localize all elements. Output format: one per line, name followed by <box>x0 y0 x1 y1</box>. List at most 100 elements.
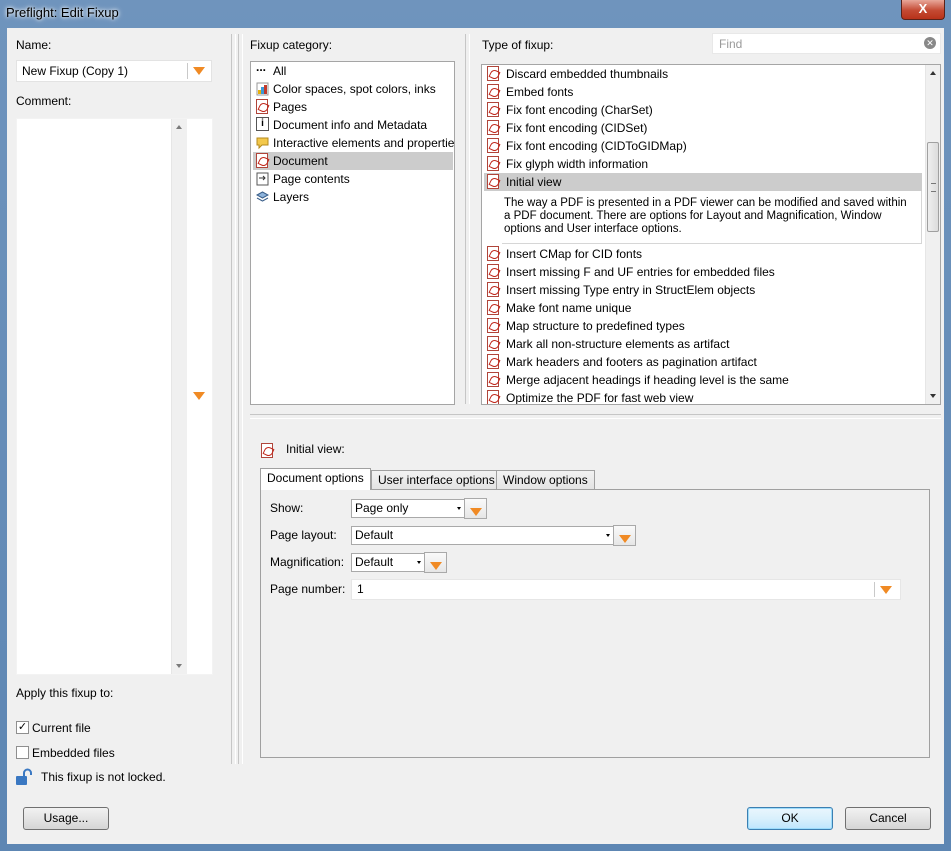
fixup-item[interactable]: Optimize the PDF for fast web view <box>484 389 922 404</box>
apply-label: Apply this fixup to: <box>16 686 114 700</box>
category-item-all[interactable]: ... All <box>253 62 453 80</box>
info-icon: i <box>256 117 269 131</box>
fixup-item[interactable]: Make font name unique <box>484 299 922 317</box>
pdf-page-icon <box>261 443 273 458</box>
name-field[interactable]: New Fixup (Copy 1) <box>16 60 212 82</box>
category-label: Fixup category: <box>250 38 333 52</box>
usage-button[interactable]: Usage... <box>23 807 109 830</box>
magnification-select[interactable]: Default <box>351 553 426 572</box>
fixup-item-label: Discard embedded thumbnails <box>506 67 669 81</box>
layout-value: Default <box>355 528 394 542</box>
pdf-page-icon <box>256 153 268 168</box>
name-menu-icon[interactable] <box>193 67 205 75</box>
category-item-label: Interactive elements and properties <box>273 136 455 150</box>
category-item-label: Layers <box>273 190 310 204</box>
fixup-type-label: Type of fixup: <box>482 38 554 52</box>
fixup-item-label: Fix font encoding (CharSet) <box>506 103 653 117</box>
category-item-page-contents[interactable]: Page contents <box>253 170 453 188</box>
tab-user-interface-options[interactable]: User interface options <box>371 470 502 490</box>
title-bar[interactable]: Preflight: Edit Fixup X <box>0 0 951 26</box>
tab-document-options[interactable]: Document options <box>260 468 371 490</box>
fixup-item[interactable]: Fix font encoding (CharSet) <box>484 101 922 119</box>
show-label: Show: <box>270 501 304 515</box>
layout-select[interactable]: Default <box>351 526 615 545</box>
page-number-value: 1 <box>357 582 364 596</box>
category-item-layers[interactable]: Layers <box>253 188 453 206</box>
show-variable-button[interactable] <box>464 498 487 519</box>
page-number-label: Page number: <box>270 582 346 596</box>
magnification-variable-button[interactable] <box>424 552 447 573</box>
fixup-scrollbar[interactable] <box>925 65 940 404</box>
tab-window-options[interactable]: Window options <box>496 470 595 490</box>
fixup-item-label: Fix font encoding (CIDSet) <box>506 121 648 135</box>
page-number-input[interactable]: 1 <box>351 579 901 600</box>
pdf-page-icon <box>487 156 499 171</box>
fixup-item[interactable]: Fix font encoding (CIDSet) <box>484 119 922 137</box>
fixup-item-label: Embed fonts <box>506 85 574 99</box>
left-separator-2 <box>238 34 243 764</box>
comment-menu-icon[interactable] <box>193 392 205 400</box>
pdf-page-icon <box>487 120 499 135</box>
fixup-item[interactable]: Merge adjacent headings if heading level… <box>484 371 922 389</box>
comment-label: Comment: <box>16 94 72 108</box>
find-input[interactable]: Find ✕ <box>712 33 941 54</box>
find-placeholder: Find <box>719 37 743 51</box>
dialog-window: Preflight: Edit Fixup X Name: New Fixup … <box>0 0 951 851</box>
fixup-item[interactable]: Initial view <box>484 173 922 191</box>
show-select[interactable]: Page only <box>351 499 466 518</box>
fixup-item[interactable]: Mark all non-structure elements as artif… <box>484 335 922 353</box>
comment-scrollbar[interactable] <box>171 119 187 674</box>
clear-search-icon[interactable]: ✕ <box>924 37 936 49</box>
category-item-info[interactable]: i Document info and Metadata <box>253 116 453 134</box>
fixup-item[interactable]: Insert missing Type entry in StructElem … <box>484 281 922 299</box>
magnification-label: Magnification: <box>270 555 345 569</box>
scroll-down-icon[interactable] <box>176 664 182 668</box>
fixup-item-label: Mark headers and footers as pagination a… <box>506 355 757 369</box>
fixup-scroll-thumb[interactable] <box>927 142 939 232</box>
category-list[interactable]: ... All Color spaces, spot colors, inks … <box>250 61 455 405</box>
category-item-pages[interactable]: Pages <box>253 98 453 116</box>
dialog-client: Name: New Fixup (Copy 1) Comment: Apply … <box>7 28 944 844</box>
embedded-files-checkbox[interactable] <box>16 746 29 759</box>
name-divider <box>187 63 188 79</box>
page-number-menu-icon[interactable] <box>880 586 892 594</box>
fixup-item[interactable]: Fix font encoding (CIDToGIDMap) <box>484 137 922 155</box>
unlock-icon <box>16 768 32 785</box>
fixup-item[interactable]: Insert CMap for CID fonts <box>484 245 922 263</box>
current-file-checkbox[interactable]: ✓ <box>16 721 29 734</box>
fixup-item[interactable]: Map structure to predefined types <box>484 317 922 335</box>
fixup-item[interactable]: Discard embedded thumbnails <box>484 65 922 83</box>
category-item-color[interactable]: Color spaces, spot colors, inks <box>253 80 453 98</box>
fixup-item[interactable]: Fix glyph width information <box>484 155 922 173</box>
fixup-list[interactable]: Discard embedded thumbnails Embed fonts Fi… <box>481 64 941 405</box>
fixup-item[interactable]: Embed fonts <box>484 83 922 101</box>
pdf-page-icon <box>487 102 499 117</box>
fixup-item[interactable]: Insert missing F and UF entries for embe… <box>484 263 922 281</box>
window-title: Preflight: Edit Fixup <box>6 5 119 20</box>
pdf-page-icon <box>487 138 499 153</box>
fixup-item-label: Insert CMap for CID fonts <box>506 247 643 261</box>
scroll-up-icon[interactable] <box>930 71 936 75</box>
fixup-item[interactable]: Mark headers and footers as pagination a… <box>484 353 922 371</box>
pdf-page-icon <box>487 390 499 404</box>
close-button[interactable]: X <box>901 0 945 20</box>
page-number-divider <box>874 582 875 597</box>
scroll-up-icon[interactable] <box>176 125 182 129</box>
fixup-item-label: Initial view <box>506 175 562 189</box>
current-file-label: Current file <box>32 721 91 735</box>
pdf-page-icon <box>487 354 499 369</box>
category-item-document[interactable]: Document <box>253 152 453 170</box>
pdf-page-icon <box>487 66 499 81</box>
category-item-interactive[interactable]: Interactive elements and properties <box>253 134 455 152</box>
name-label: Name: <box>16 38 52 52</box>
fixup-item-label: Map structure to predefined types <box>506 319 685 333</box>
layout-variable-button[interactable] <box>613 525 636 546</box>
menu-triangle-icon <box>618 535 631 543</box>
scroll-down-icon[interactable] <box>930 394 936 398</box>
category-item-label: Color spaces, spot colors, inks <box>273 82 436 96</box>
pdf-page-icon <box>487 84 499 99</box>
comment-field[interactable] <box>16 118 213 675</box>
ok-button[interactable]: OK <box>747 807 833 830</box>
fixup-item-label: Make font name unique <box>506 301 632 315</box>
cancel-button[interactable]: Cancel <box>845 807 931 830</box>
